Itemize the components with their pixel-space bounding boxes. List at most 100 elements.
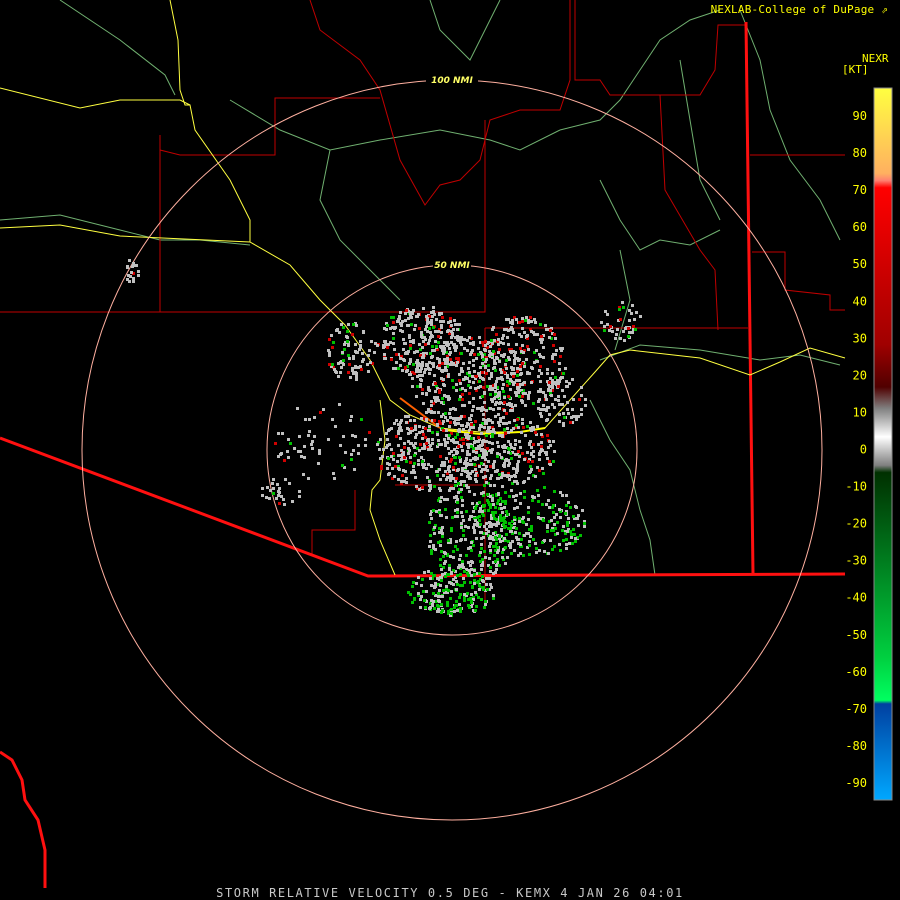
echo-pixel <box>471 375 474 378</box>
echo-pixel <box>509 542 512 545</box>
echo-pixel <box>497 338 500 341</box>
echo-pixel <box>399 437 402 440</box>
echo-pixel <box>464 470 467 473</box>
echo-pixel <box>431 431 434 434</box>
echo-pixel <box>331 418 334 421</box>
echo-pixel <box>502 390 505 393</box>
echo-pixel <box>458 323 461 326</box>
echo-pixel <box>461 504 464 507</box>
echo-pixel <box>479 376 482 379</box>
echo-pixel <box>502 342 505 345</box>
echo-pixel <box>534 542 537 545</box>
echo-pixel <box>504 459 507 462</box>
echo-pixel <box>441 316 444 319</box>
echo-pixel <box>465 554 468 557</box>
echo-pixel <box>549 329 552 332</box>
echo-pixel <box>548 440 551 443</box>
echo-pixel <box>476 581 479 584</box>
echo-pixel <box>485 522 488 525</box>
echo-pixel <box>469 342 472 345</box>
echo-pixel <box>606 323 609 326</box>
echo-pixel <box>565 547 568 550</box>
echo-pixel <box>546 372 549 375</box>
echo-pixel <box>471 585 474 588</box>
echo-pixel <box>423 371 426 374</box>
echo-pixel <box>484 340 487 343</box>
echo-pixel <box>526 425 529 428</box>
echo-pixel <box>507 459 510 462</box>
echo-pixel <box>446 344 449 347</box>
echo-pixel <box>530 529 533 532</box>
echo-pixel <box>420 335 423 338</box>
echo-pixel <box>543 550 546 553</box>
echo-pixel <box>482 536 485 539</box>
echo-pixel <box>474 609 477 612</box>
echo-pixel <box>494 386 497 389</box>
echo-pixel <box>460 343 463 346</box>
echo-pixel <box>126 278 129 281</box>
echo-pixel <box>552 511 555 514</box>
echo-pixel <box>458 398 461 401</box>
echo-pixel <box>552 440 555 443</box>
echo-pixel <box>578 398 581 401</box>
echo-pixel <box>272 487 275 490</box>
echo-pixel <box>429 534 432 537</box>
echo-pixel <box>491 400 494 403</box>
echo-pixel <box>523 490 526 493</box>
echo-pixel <box>517 450 520 453</box>
echo-pixel <box>278 491 281 494</box>
echo-pixel <box>543 486 546 489</box>
echo-pixel <box>479 551 482 554</box>
echo-pixel <box>488 388 491 391</box>
echo-pixel <box>550 394 553 397</box>
echo-pixel <box>453 456 456 459</box>
echo-pixel <box>482 418 485 421</box>
echo-pixel <box>402 338 405 341</box>
echo-pixel <box>283 503 286 506</box>
echo-pixel <box>439 489 442 492</box>
echo-pixel <box>436 470 439 473</box>
echo-pixel <box>503 465 506 468</box>
echo-pixel <box>481 354 484 357</box>
echo-pixel <box>421 392 424 395</box>
echo-pixel <box>569 421 572 424</box>
echo-pixel <box>548 413 551 416</box>
echo-pixel <box>548 385 551 388</box>
echo-pixel <box>403 446 406 449</box>
echo-pixel <box>464 389 467 392</box>
echo-pixel <box>521 401 524 404</box>
echo-pixel <box>382 448 385 451</box>
echo-pixel <box>393 348 396 351</box>
echo-pixel <box>574 537 577 540</box>
echo-pixel <box>459 539 462 542</box>
echo-pixel <box>486 419 489 422</box>
echo-pixel <box>452 556 455 559</box>
echo-pixel <box>413 419 416 422</box>
echo-pixel <box>563 416 566 419</box>
echo-pixel <box>349 419 352 422</box>
echo-pixel <box>470 414 473 417</box>
echo-pixel <box>539 408 542 411</box>
echo-pixel <box>431 603 434 606</box>
echo-pixel <box>415 395 418 398</box>
echo-pixel <box>529 421 532 424</box>
echo-pixel <box>386 467 389 470</box>
echo-pixel <box>521 317 524 320</box>
echo-pixel <box>562 525 565 528</box>
echo-pixel <box>514 499 517 502</box>
echo-pixel <box>460 352 463 355</box>
echo-pixel <box>392 452 395 455</box>
echo-pixel <box>367 370 370 373</box>
echo-pixel <box>465 510 468 513</box>
echo-pixel <box>530 320 533 323</box>
echo-pixel <box>405 477 408 480</box>
echo-pixel <box>442 429 445 432</box>
echo-pixel <box>538 453 541 456</box>
echo-pixel <box>547 389 550 392</box>
echo-pixel <box>449 597 452 600</box>
echo-pixel <box>519 373 522 376</box>
echo-pixel <box>541 467 544 470</box>
echo-pixel <box>307 434 310 437</box>
echo-pixel <box>452 466 455 469</box>
echo-pixel <box>552 504 555 507</box>
